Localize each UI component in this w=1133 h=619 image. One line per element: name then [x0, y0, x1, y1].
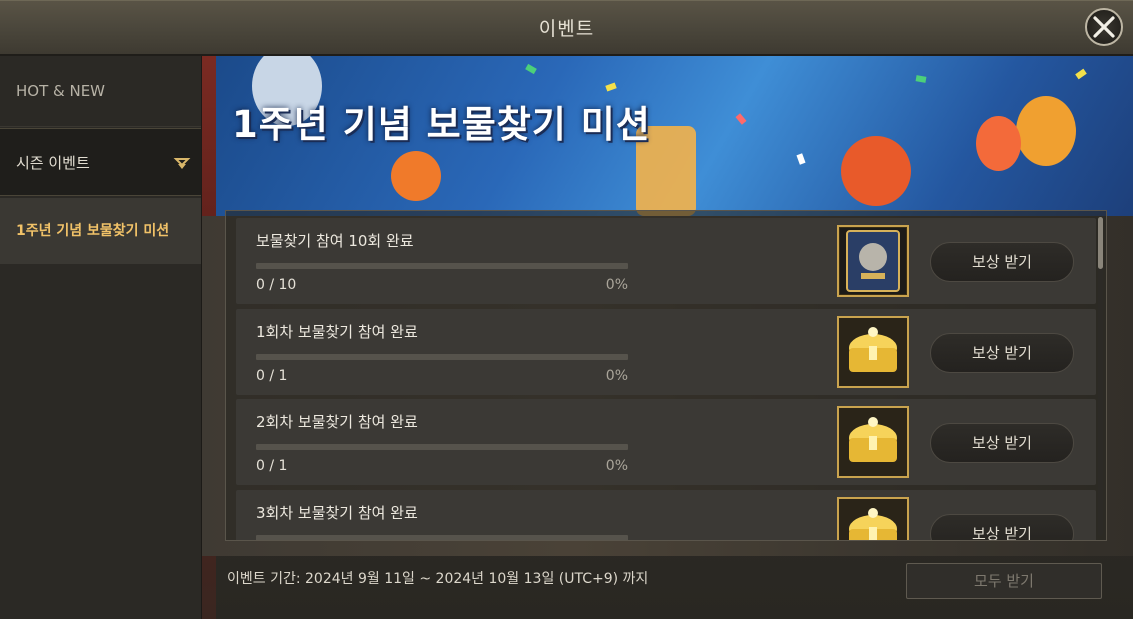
close-icon — [1093, 16, 1115, 38]
mission-title: 3회차 보물찾기 참여 완료 — [256, 503, 418, 522]
confetti-decoration — [915, 75, 927, 83]
mission-row: 보물찾기 참여 10회 완료 0 / 10 0% 보상 받기 — [236, 218, 1096, 304]
balloon-decoration — [841, 136, 911, 206]
mission-title: 2회차 보물찾기 참여 완료 — [256, 413, 418, 431]
claim-reward-button[interactable]: 보상 받기 — [930, 513, 1074, 540]
confetti-decoration — [735, 113, 747, 125]
progress-count: 0 / 1 — [256, 458, 288, 474]
progress-bar — [256, 263, 628, 269]
confetti-decoration — [605, 82, 617, 92]
treasure-chest-icon[interactable] — [837, 496, 909, 540]
balloon-decoration — [1016, 96, 1076, 166]
treasure-chest-icon[interactable] — [837, 406, 909, 478]
progress-percent: 0% — [605, 277, 628, 293]
progress-percent: 0% — [605, 367, 628, 384]
claim-reward-button[interactable]: 보상 받기 — [930, 423, 1074, 463]
chevron-down-icon — [173, 158, 191, 169]
mission-row: 3회차 보물찾기 참여 완료 보상 받기 — [236, 489, 1096, 540]
mission-list[interactable]: 보물찾기 참여 10회 완료 0 / 10 0% 보상 받기 1회차 보물찾기 … — [225, 210, 1107, 541]
card-icon[interactable] — [837, 225, 909, 297]
mission-row: 2회차 보물찾기 참여 완료 0 / 1 0% 보상 받기 — [236, 399, 1096, 485]
sidebar-item-anniversary-mission[interactable]: 1주년 기념 보물찾기 미션 — [0, 198, 201, 264]
event-period: 이벤트 기간: 2024년 9월 11일 ~ 2024년 10월 13일 (UT… — [227, 571, 649, 587]
title-bar: 이벤트 — [0, 0, 1133, 56]
banner-title: 1주년 기념 보물찾기 미션 — [232, 103, 651, 146]
sidebar-item-label: 1주년 기념 보물찾기 미션 — [16, 223, 170, 239]
confetti-decoration — [796, 153, 806, 165]
event-banner: 1주년 기념 보물찾기 미션 — [216, 56, 1133, 216]
balloon-decoration — [391, 151, 441, 201]
progress-bar — [256, 534, 628, 540]
claim-reward-button[interactable]: 보상 받기 — [930, 332, 1074, 373]
progress-bar — [256, 353, 628, 360]
mission-title: 보물찾기 참여 10회 완료 — [256, 232, 414, 250]
progress-percent: 0% — [605, 458, 628, 474]
progress-count: 0 / 1 — [256, 367, 288, 384]
sidebar-item-hot-new[interactable]: HOT & NEW — [0, 56, 201, 127]
claim-reward-button[interactable]: 보상 받기 — [930, 242, 1074, 282]
sidebar-item-label: HOT & NEW — [16, 82, 106, 100]
sidebar-item-label: 시즌 이벤트 — [16, 154, 90, 172]
balloon-decoration — [976, 116, 1021, 171]
mission-title: 1회차 보물찾기 참여 완료 — [256, 322, 418, 341]
treasure-chest-icon[interactable] — [837, 315, 909, 388]
window-title: 이벤트 — [538, 18, 595, 40]
sidebar-item-season-event[interactable]: 시즌 이벤트 — [0, 128, 201, 196]
sidebar: HOT & NEW 시즌 이벤트 1주년 기념 보물찾기 미션 — [0, 56, 202, 619]
event-content: 1주년 기념 보물찾기 미션 보물찾기 참여 10회 완료 0 / 10 0% … — [202, 56, 1133, 619]
scrollbar[interactable] — [1098, 217, 1103, 536]
scrollbar-thumb[interactable] — [1098, 217, 1103, 269]
mission-row: 1회차 보물찾기 참여 완료 0 / 1 0% 보상 받기 — [236, 308, 1096, 395]
close-button[interactable] — [1085, 8, 1123, 46]
progress-count: 0 / 10 — [256, 277, 297, 293]
claim-all-button[interactable]: 모두 받기 — [906, 563, 1102, 599]
confetti-decoration — [525, 63, 537, 75]
progress-bar — [256, 444, 628, 450]
confetti-decoration — [1075, 68, 1087, 80]
